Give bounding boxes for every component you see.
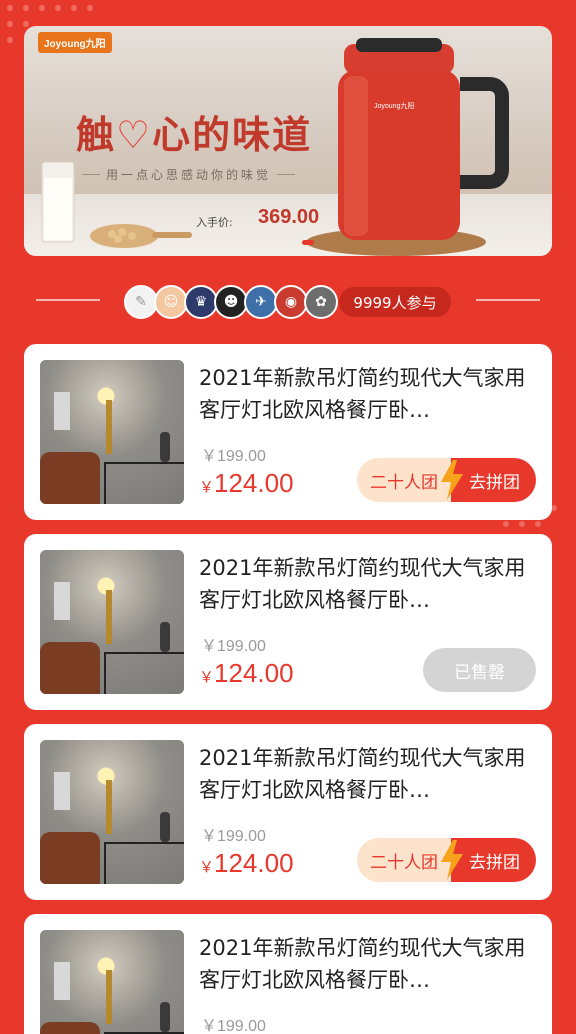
brand-logo: Joyoung九阳 bbox=[38, 32, 112, 53]
avatar[interactable]: ☺ bbox=[154, 285, 188, 319]
group-price: ￥124.00 bbox=[199, 848, 294, 879]
currency-symbol: ￥ bbox=[199, 479, 215, 496]
banner-subhead: 用一点心思感动你的味觉 bbox=[82, 166, 295, 183]
participant-count-badge: 9999人参与 bbox=[339, 287, 451, 317]
product-image[interactable] bbox=[40, 740, 184, 884]
banner-headline: 触♡心的味道 bbox=[76, 104, 312, 159]
svg-text:Joyoung九阳: Joyoung九阳 bbox=[374, 101, 414, 110]
product-title[interactable]: 2021年新款吊灯简约现代大气家用客厅灯北欧风格餐厅卧… bbox=[199, 552, 539, 616]
promo-banner[interactable]: Joyoung九阳 Joyoung九阳 触♡心的味道 用一点心思感动你的味觉 入… bbox=[24, 26, 552, 256]
group-size-tag: 二十人团 bbox=[357, 838, 451, 882]
original-price: ￥199.00 bbox=[201, 638, 266, 655]
milk-glass-image bbox=[41, 161, 75, 243]
product-card[interactable]: 2021年新款吊灯简约现代大气家用客厅灯北欧风格餐厅卧… ￥199.00 ￥12… bbox=[24, 724, 552, 900]
divider-right bbox=[476, 299, 540, 301]
soybean-spoon-image bbox=[90, 224, 192, 248]
group-size-tag: 二十人团 bbox=[357, 458, 451, 502]
product-title[interactable]: 2021年新款吊灯简约现代大气家用客厅灯北欧风格餐厅卧… bbox=[199, 932, 539, 996]
avatar[interactable]: ◉ bbox=[274, 285, 308, 319]
product-card[interactable]: 2021年新款吊灯简约现代大气家用客厅灯北欧风格餐厅卧… ￥199.00 ￥12… bbox=[24, 344, 552, 520]
divider-left bbox=[36, 299, 100, 301]
sold-out-button[interactable]: 已售罄 bbox=[423, 648, 536, 692]
headline-part-1: 触 bbox=[76, 112, 117, 157]
join-group-button[interactable]: 二十人团 去拼团 bbox=[357, 838, 536, 882]
lightning-icon bbox=[441, 840, 463, 880]
price-value: 124.00 bbox=[214, 848, 294, 878]
group-price: ￥124.00 bbox=[199, 468, 294, 499]
product-image[interactable] bbox=[40, 550, 184, 694]
product-image[interactable] bbox=[40, 360, 184, 504]
avatar[interactable]: ✎ bbox=[124, 285, 158, 319]
currency-symbol: ￥ bbox=[199, 859, 215, 876]
join-group-button[interactable]: 二十人团 去拼团 bbox=[357, 458, 536, 502]
headline-part-2: 心 bbox=[152, 112, 193, 157]
lightning-icon bbox=[441, 460, 463, 500]
participants-row: ✎ ☺ ♛ ☻ ✈ ◉ ✿ 9999人参与 bbox=[0, 285, 576, 319]
original-price: ￥199.00 bbox=[201, 448, 266, 465]
product-image[interactable] bbox=[40, 930, 184, 1034]
original-price: ￥199.00 bbox=[201, 1018, 266, 1034]
product-card[interactable]: 2021年新款吊灯简约现代大气家用客厅灯北欧风格餐厅卧… ￥199.00 ￥12… bbox=[24, 534, 552, 710]
group-price: ￥124.00 bbox=[199, 658, 294, 689]
banner-page-indicator[interactable] bbox=[302, 240, 314, 245]
soymilk-maker-image: Joyoung九阳 bbox=[306, 38, 509, 256]
product-card[interactable]: 2021年新款吊灯简约现代大气家用客厅灯北欧风格餐厅卧… ￥199.00 bbox=[24, 914, 552, 1034]
price-value: 124.00 bbox=[214, 468, 294, 498]
headline-part-3: 的味道 bbox=[192, 112, 313, 157]
avatar[interactable]: ♛ bbox=[184, 285, 218, 319]
original-price: ￥199.00 bbox=[201, 828, 266, 845]
heart-icon: ♡ bbox=[116, 112, 153, 157]
avatar-list: ✎ ☺ ♛ ☻ ✈ ◉ ✿ bbox=[124, 285, 338, 319]
price-value: 124.00 bbox=[214, 658, 294, 688]
avatar[interactable]: ☻ bbox=[214, 285, 248, 319]
product-title[interactable]: 2021年新款吊灯简约现代大气家用客厅灯北欧风格餐厅卧… bbox=[199, 742, 539, 806]
avatar[interactable]: ✈ bbox=[244, 285, 278, 319]
currency-symbol: ￥ bbox=[199, 669, 215, 686]
banner-price-value: 369.00 bbox=[258, 206, 320, 228]
product-title[interactable]: 2021年新款吊灯简约现代大气家用客厅灯北欧风格餐厅卧… bbox=[199, 362, 539, 426]
avatar[interactable]: ✿ bbox=[304, 285, 338, 319]
banner-price-label: 入手价: bbox=[196, 216, 233, 229]
